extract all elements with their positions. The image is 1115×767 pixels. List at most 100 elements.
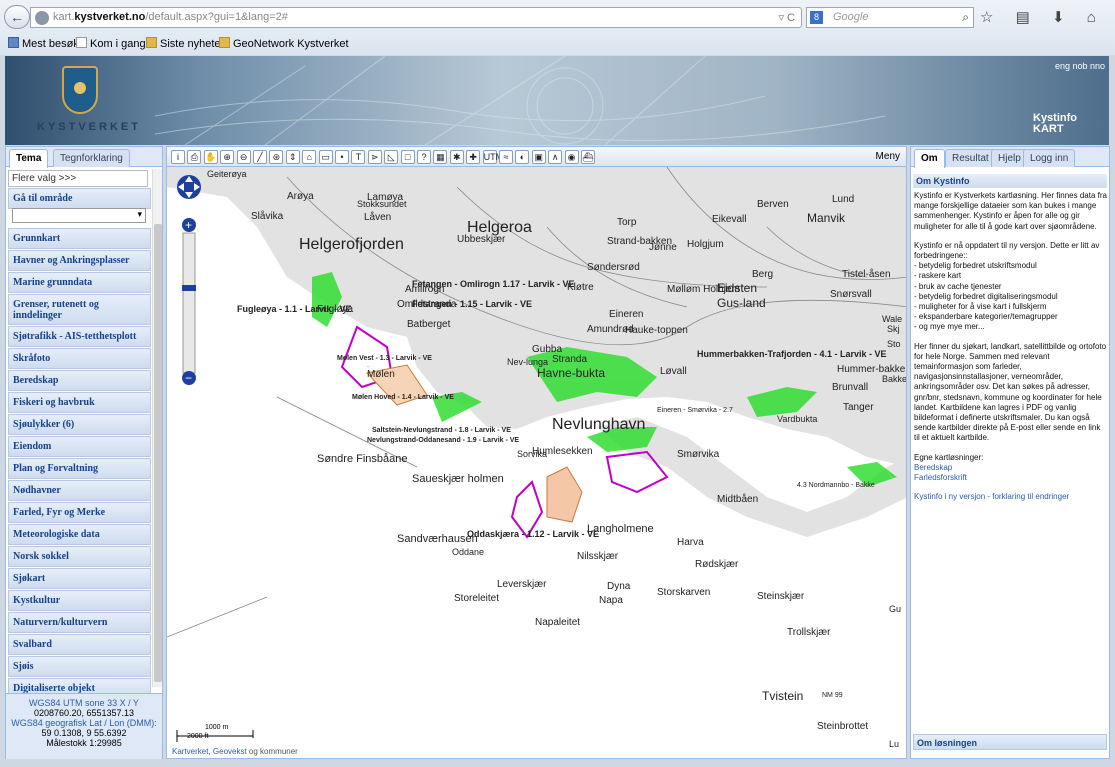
theme-group-havner-og-ankringsplasser[interactable]: Havner og Ankringsplasser [8, 250, 151, 271]
map-label: Batberget [407, 319, 451, 330]
area-select[interactable] [12, 208, 146, 223]
map-label: Rødskjær [695, 559, 739, 570]
map-tool-icon-0[interactable]: i [171, 150, 185, 164]
kystverket-crest-logo[interactable] [62, 66, 98, 114]
map-canvas[interactable]: HelgerofjordenHelgeroaNevlunghavnHavne-b… [167, 167, 907, 759]
map-tool-icon-2[interactable]: ✋ [203, 150, 218, 164]
scroll-thumb[interactable] [154, 224, 162, 682]
attribution-link[interactable]: Kartverket, Geovekst [172, 747, 247, 756]
map-label: Bakke [882, 374, 907, 384]
theme-group-farled-fyr-og-merke[interactable]: Farled, Fyr og Merke [8, 502, 151, 523]
theme-group-kystkultur[interactable]: Kystkultur [8, 590, 151, 611]
link-new-version[interactable]: Kystinfo i ny versjon - forklaring til e… [914, 492, 1107, 502]
bookmark-geonetwork[interactable]: GeoNetwork Kystverket [219, 37, 349, 50]
tab-om[interactable]: Om [914, 149, 945, 168]
map-tool-icon-8[interactable]: ⌂ [302, 150, 317, 164]
map-label: Smørvika [677, 449, 720, 460]
theme-group-sjøis[interactable]: Sjøis [8, 656, 151, 677]
search-placeholder: Google [833, 11, 869, 23]
theme-group-grenser-rutenett-og-inndelinger[interactable]: Grenser, rutenett og inndelinger [8, 294, 151, 325]
map-tool-icon-15[interactable]: ? [417, 150, 431, 164]
left-tabs: Tema Tegnforklaring [6, 147, 162, 168]
map-tool-icon-21[interactable]: ◐ [515, 150, 530, 164]
map-tool-icon-1[interactable]: ⎙ [187, 150, 202, 164]
theme-group-plan-og-forvaltning[interactable]: Plan og Forvaltning [8, 458, 151, 479]
map-tool-icon-24[interactable]: ◉ [564, 150, 579, 164]
browser-search-input[interactable]: 8 Google ⌕ [806, 7, 974, 28]
map-tool-icon-6[interactable]: ⊛ [269, 150, 284, 164]
map-label: Gus-land [717, 296, 766, 310]
theme-group-sjøtrafikk-ais-tetthetsplott[interactable]: Sjøtrafikk - AIS-tetthetsplott [8, 326, 151, 347]
map-label: Tvistein [762, 689, 803, 703]
map-tool-icon-10[interactable]: • [335, 150, 349, 164]
map-label: Søndre Finsbåane [317, 453, 408, 465]
theme-group-sjøkart[interactable]: Sjøkart [8, 568, 151, 589]
address-bar[interactable]: kart.kystverket.no/default.aspx?gui=1&la… [30, 7, 802, 28]
flere-valg-link[interactable]: Flere valg >>> [8, 170, 148, 187]
map-label: Hauke-toppen [625, 325, 688, 336]
link-farledsforskrift[interactable]: Farledsforskrift [914, 473, 1107, 483]
theme-group-marine-grunndata[interactable]: Marine grunndata [8, 272, 151, 293]
map-label: Nev-lunga [507, 357, 548, 367]
bookmark-siste-nyheter[interactable]: Siste nyheter [146, 37, 224, 50]
theme-group-grunnkart[interactable]: Grunnkart [8, 228, 151, 249]
browser-chrome: ← kart.kystverket.no/default.aspx?gui=1&… [0, 0, 1115, 55]
magnifier-icon[interactable]: ⌕ [962, 10, 969, 25]
map-tool-icon-23[interactable]: ∧ [548, 150, 563, 164]
map-label: Vardbukta [777, 414, 817, 424]
svg-text:+: + [185, 218, 192, 232]
map-tool-icon-12[interactable]: ⋗ [367, 150, 382, 164]
map-tool-icon-18[interactable]: ✚ [466, 150, 481, 164]
theme-group-skråfoto[interactable]: Skråfoto [8, 348, 151, 369]
map-label: Mølen [367, 369, 395, 380]
theme-group-sjøulykker-6-[interactable]: Sjøulykker (6) [8, 414, 151, 435]
language-links[interactable]: eng nob nno [1055, 61, 1105, 71]
tab-resultat[interactable]: Resultat [945, 149, 996, 167]
map-label: Nevlunghavn [552, 416, 645, 433]
theme-group-norsk-sokkel[interactable]: Norsk sokkel [8, 546, 151, 567]
map-label: Mølen Hoved - 1.4 - Larvik - VE [352, 394, 454, 401]
search-engine-icon[interactable]: 8 [810, 11, 823, 24]
map-tool-icon-3[interactable]: ⊕ [220, 150, 235, 164]
info-paragraph: Kystinfo er nå oppdatert til ny versjon.… [914, 240, 1100, 261]
tab-logg-inn[interactable]: Logg inn [1023, 149, 1076, 167]
map-tool-icon-25[interactable]: ⛴ [581, 150, 595, 164]
theme-group-svalbard[interactable]: Svalbard [8, 634, 151, 655]
link-beredskap[interactable]: Beredskap [914, 463, 1107, 473]
tab-tegnforklaring[interactable]: Tegnforklaring [53, 149, 130, 167]
reload-icon[interactable]: ▿ C [778, 11, 795, 24]
map-tool-icon-20[interactable]: ≈ [499, 150, 513, 164]
theme-group-beredskap[interactable]: Beredskap [8, 370, 151, 391]
zoom-control[interactable]: + − [175, 173, 203, 388]
geo-label: WGS84 geografisk Lat / Lon (DMM): [11, 718, 157, 728]
theme-group-fiskeri-og-havbruk[interactable]: Fiskeri og havbruk [8, 392, 151, 413]
map-tool-icon-17[interactable]: ✱ [449, 150, 464, 164]
menu-dropdown[interactable]: Meny [876, 151, 900, 162]
theme-group-meteorologiske-data[interactable]: Meteorologiske data [8, 524, 151, 545]
map-label: Berven [757, 199, 789, 210]
left-scrollbar[interactable] [152, 169, 162, 687]
map-tool-icon-16[interactable]: ▦ [433, 150, 448, 164]
theme-group-eiendom[interactable]: Eiendom [8, 436, 151, 457]
map-tool-icon-11[interactable]: T [351, 150, 366, 164]
banner-nautical-chart [154, 56, 886, 145]
tab-tema[interactable]: Tema [9, 149, 49, 168]
browser-toolbar-icons[interactable]: ☆ ▤ ⬇ ⌂ ≡ [980, 8, 1115, 26]
map-label: Havne-bukta [537, 366, 605, 380]
map-tool-icon-7[interactable]: ⇕ [285, 150, 300, 164]
map-tool-icon-22[interactable]: ▣ [531, 150, 546, 164]
goto-area-header[interactable]: Gå til område [8, 188, 151, 209]
map-tool-icon-5[interactable]: ╱ [253, 150, 267, 164]
about-solution-header[interactable]: Om løsningen [913, 734, 1107, 750]
theme-group-naturvern-kulturvern[interactable]: Naturvern/kulturvern [8, 612, 151, 633]
bookmark-icon [8, 37, 19, 48]
bookmark-kom-i-gang[interactable]: Kom i gang [76, 37, 146, 50]
map-tool-icon-19[interactable]: UTM [482, 150, 503, 164]
map-tool-icon-9[interactable]: ▭ [318, 150, 333, 164]
map-tool-icon-4[interactable]: ⊖ [236, 150, 251, 164]
back-arrow-icon[interactable]: ← [4, 5, 30, 29]
map-tool-icon-13[interactable]: ◺ [384, 150, 399, 164]
bookmark-mest-besokt[interactable]: Mest besøkt [8, 37, 82, 50]
map-tool-icon-14[interactable]: □ [400, 150, 415, 164]
theme-group-nødhavner[interactable]: Nødhavner [8, 480, 151, 501]
